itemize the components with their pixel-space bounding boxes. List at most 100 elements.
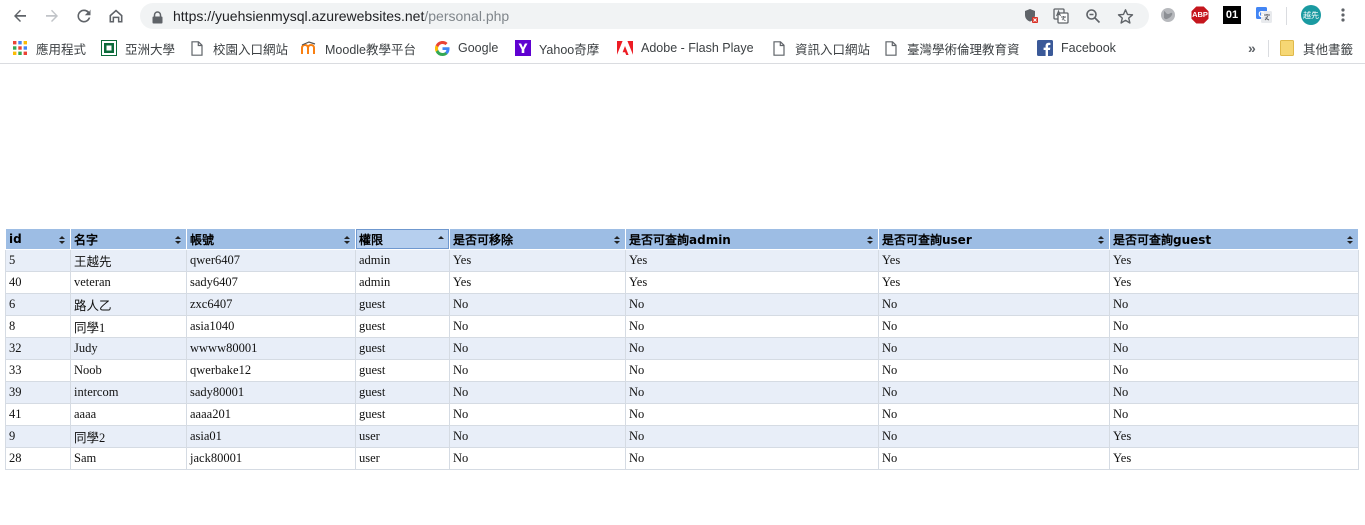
cell-name: Sam — [70, 447, 187, 470]
sort-both-icon — [1347, 236, 1353, 244]
cell-id: 40 — [5, 271, 71, 294]
table-row: 9 同學2 asia01 user No No No Yes — [5, 425, 1359, 448]
bookmark-moodle[interactable]: Moodle教學平台 — [301, 39, 416, 57]
bookmark-label: 校園入口網站 — [213, 42, 289, 57]
cell-can-query-admin: Yes — [625, 249, 879, 272]
column-header-id[interactable]: id — [5, 228, 71, 250]
bookmark-yahoo[interactable]: Yahoo奇摩 — [515, 39, 599, 57]
cell-can-query-guest: No — [1109, 403, 1359, 426]
profile-avatar[interactable]: 越先 — [1301, 5, 1321, 25]
bookmark-academic-ethics[interactable]: 臺灣學術倫理教育資 — [883, 39, 1019, 57]
star-icon[interactable] — [1116, 7, 1134, 25]
sort-ascending-icon — [438, 236, 444, 239]
cell-name: 王越先 — [70, 249, 187, 272]
bookmark-google[interactable]: Google — [434, 39, 498, 57]
reload-icon[interactable] — [72, 4, 96, 28]
column-header-can-query-user[interactable]: 是否可查詢user — [878, 228, 1110, 250]
cell-name: 路人乙 — [70, 293, 187, 316]
cell-permission: guest — [355, 315, 450, 338]
bookmark-apps[interactable]: 應用程式 — [12, 39, 86, 57]
asia-university-icon — [101, 40, 117, 56]
bookmark-adobe-flash[interactable]: Adobe - Flash Playe — [617, 39, 753, 57]
column-header-label: id — [9, 232, 22, 246]
bookmark-label: 亞洲大學 — [125, 42, 176, 57]
cell-name: veteran — [70, 271, 187, 294]
column-header-account[interactable]: 帳號 — [186, 228, 356, 250]
bookmark-facebook[interactable]: Facebook — [1037, 39, 1116, 57]
table-row: 32 Judy wwww80001 guest No No No No — [5, 337, 1359, 360]
cell-permission: admin — [355, 249, 450, 272]
cell-can-query-user: No — [878, 315, 1110, 338]
column-header-label: 是否可查詢admin — [629, 232, 731, 247]
cell-permission: guest — [355, 381, 450, 404]
cell-id: 8 — [5, 315, 71, 338]
cell-permission: guest — [355, 293, 450, 316]
cell-account: zxc6407 — [186, 293, 356, 316]
cell-id: 28 — [5, 447, 71, 470]
adobe-icon — [617, 40, 633, 56]
cell-account: sady6407 — [186, 271, 356, 294]
column-header-label: 是否可查詢guest — [1113, 232, 1212, 247]
cell-can-query-user: No — [878, 447, 1110, 470]
sort-both-icon — [59, 236, 65, 244]
adblock-icon[interactable]: ABP — [1191, 6, 1209, 24]
bookmark-label: Facebook — [1061, 41, 1116, 55]
translate-icon[interactable] — [1052, 7, 1070, 25]
address-bar[interactable]: https://yuehsienmysql.azurewebsites.net/… — [140, 3, 1149, 29]
cell-permission: user — [355, 447, 450, 470]
cell-id: 33 — [5, 359, 71, 382]
column-header-label: 是否可查詢user — [882, 232, 972, 247]
bookmark-info-portal[interactable]: 資訊入口網站 — [771, 39, 870, 57]
google-icon — [434, 40, 450, 56]
browser-toolbar: https://yuehsienmysql.azurewebsites.net/… — [0, 0, 1365, 32]
cell-name: 同學1 — [70, 315, 187, 338]
table-row: 33 Noob qwerbake12 guest No No No No — [5, 359, 1359, 382]
bookmark-label: 臺灣學術倫理教育資 — [907, 42, 1019, 57]
bookmark-asia-university[interactable]: 亞洲大學 — [101, 39, 175, 57]
column-header-can-query-guest[interactable]: 是否可查詢guest — [1109, 228, 1359, 250]
cell-can-query-guest: No — [1109, 293, 1359, 316]
bookmark-label: 其他書籤 — [1303, 42, 1354, 57]
bookmarks-overflow-button[interactable]: » — [1248, 39, 1256, 57]
home-icon[interactable] — [104, 4, 128, 28]
extension-01-icon[interactable]: 01 — [1223, 6, 1241, 24]
cell-can-query-user: No — [878, 293, 1110, 316]
bookmark-campus-portal[interactable]: 校園入口網站 — [189, 39, 288, 57]
url-text[interactable]: https://yuehsienmysql.azurewebsites.net/… — [173, 6, 509, 26]
google-translate-icon[interactable]: G — [1255, 6, 1273, 24]
menu-kebab-icon[interactable] — [1334, 6, 1352, 24]
bookmark-other-folder[interactable]: 其他書籤 — [1279, 39, 1353, 57]
cell-account: qwerbake12 — [186, 359, 356, 382]
column-header-can-query-admin[interactable]: 是否可查詢admin — [625, 228, 879, 250]
column-header-name[interactable]: 名字 — [70, 228, 187, 250]
column-header-permission[interactable]: 權限 — [355, 228, 450, 250]
cell-removable: No — [449, 315, 626, 338]
cell-can-query-admin: No — [625, 359, 879, 382]
bookmark-label: Google — [458, 41, 499, 55]
cell-can-query-admin: No — [625, 403, 879, 426]
cell-can-query-guest: Yes — [1109, 249, 1359, 272]
cell-can-query-guest: No — [1109, 381, 1359, 404]
url-path: /personal.php — [424, 8, 510, 24]
bookmark-label: 資訊入口網站 — [795, 42, 871, 57]
cell-removable: No — [449, 425, 626, 448]
cell-removable: No — [449, 359, 626, 382]
cell-can-query-user: No — [878, 425, 1110, 448]
forward-icon[interactable] — [40, 4, 64, 28]
shield-blocked-icon[interactable] — [1022, 7, 1040, 25]
back-icon[interactable] — [8, 4, 32, 28]
bookmark-label: Adobe - Flash Playe — [641, 41, 753, 55]
cell-id: 39 — [5, 381, 71, 404]
cell-can-query-admin: Yes — [625, 271, 879, 294]
cell-can-query-admin: No — [625, 381, 879, 404]
zoom-icon[interactable] — [1084, 7, 1102, 25]
table-row: 28 Sam jack80001 user No No No Yes — [5, 447, 1359, 470]
extension-globe-icon[interactable] — [1159, 6, 1177, 24]
lock-icon[interactable] — [152, 9, 163, 28]
column-header-removable[interactable]: 是否可移除 — [449, 228, 626, 250]
cell-can-query-user: No — [878, 337, 1110, 360]
cell-can-query-user: Yes — [878, 271, 1110, 294]
svg-text:G: G — [1258, 10, 1264, 19]
cell-can-query-guest: Yes — [1109, 425, 1359, 448]
column-header-label: 權限 — [359, 232, 384, 247]
